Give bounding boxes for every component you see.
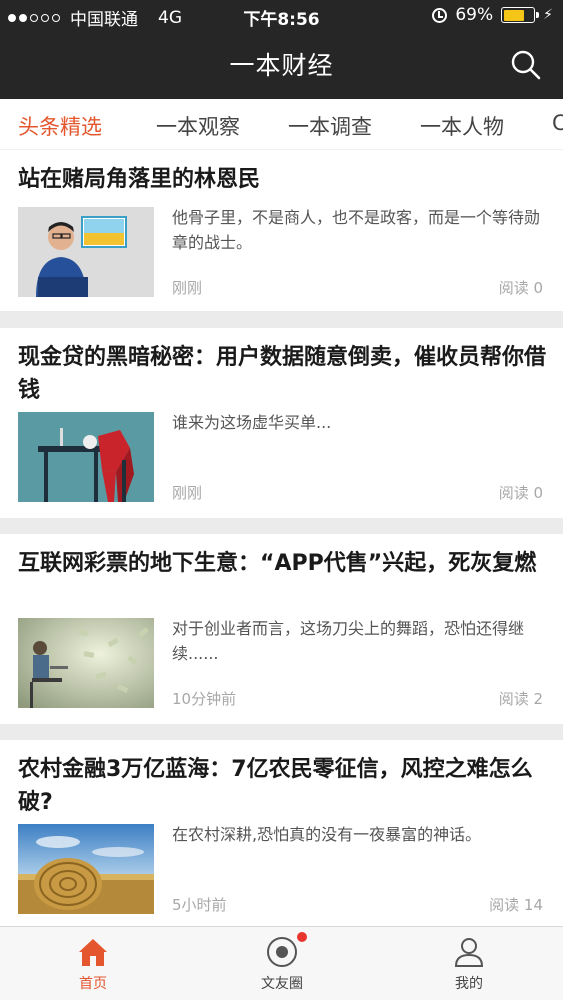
tab-bar-circle[interactable]: 文友圈 — [222, 932, 342, 993]
battery-icon — [501, 7, 540, 23]
article-title: 现金贷的黑暗秘密：用户数据随意倒卖，催收员帮你借钱 — [18, 345, 547, 403]
record-icon — [265, 932, 307, 969]
article-summary: 他骨子里，不是商人，也不是政客，而是一个等待勋章的战士。 — [172, 208, 541, 252]
tab-people[interactable]: 一本人物 — [420, 111, 504, 141]
article-read-count: 阅读 2 — [498, 690, 543, 708]
tab-investigation[interactable]: 一本调查 — [288, 111, 372, 141]
tab-bar-label: 文友圈 — [261, 976, 303, 992]
battery-percent: 69% — [455, 5, 494, 25]
article-time: 10分钟前 — [172, 690, 237, 708]
article-time: 刚刚 — [172, 484, 203, 502]
category-tabs: 头条精选 一本观察 一本调查 一本人物 C — [0, 99, 563, 150]
status-bar: 中国联通 4G 下午8:56 69% ⚡ — [0, 0, 563, 32]
tab-more[interactable]: C — [552, 111, 563, 135]
alarm-icon — [432, 7, 448, 23]
page-title: 一本财经 — [229, 51, 334, 80]
article-title: 农村金融3万亿蓝海：7亿农民零征信，风控之难怎么破? — [18, 757, 533, 815]
profile-icon — [452, 935, 486, 969]
search-button[interactable] — [509, 48, 543, 82]
tab-bar-label: 我的 — [455, 976, 483, 992]
notification-badge — [297, 932, 307, 942]
charging-icon: ⚡ — [543, 7, 553, 23]
tab-observation[interactable]: 一本观察 — [156, 111, 240, 141]
article-read-count: 阅读 0 — [498, 484, 543, 502]
article-card[interactable]: 互联网彩票的地下生意：“APP代售”兴起，死灰复燃 对于创业者而言，这场刀尖上的… — [0, 534, 563, 724]
tab-bar-label: 首页 — [79, 976, 107, 992]
article-time: 5小时前 — [172, 896, 227, 914]
tab-bar-profile[interactable]: 我的 — [409, 935, 529, 993]
nav-bar: 一本财经 — [0, 32, 563, 99]
article-thumbnail — [18, 412, 154, 502]
home-icon — [76, 935, 110, 969]
bottom-tab-bar: 首页 文友圈 我的 — [0, 926, 563, 1000]
article-card[interactable]: 站在赌局角落里的林恩民 他骨子里，不是商人，也不是政客，而是一个等待勋章的战士。… — [0, 150, 563, 311]
article-summary: 对于创业者而言，这场刀尖上的舞蹈，恐怕还得继续...... — [172, 619, 525, 663]
article-summary: 在农村深耕,恐怕真的没有一夜暴富的神话。 — [172, 825, 482, 844]
article-title: 互联网彩票的地下生意：“APP代售”兴起，死灰复燃 — [18, 551, 537, 576]
article-read-count: 阅读 0 — [498, 279, 543, 297]
tab-bar-home[interactable]: 首页 — [33, 935, 153, 993]
article-title: 站在赌局角落里的林恩民 — [18, 167, 261, 192]
search-icon — [511, 50, 541, 80]
article-time: 刚刚 — [172, 279, 203, 297]
tab-headlines[interactable]: 头条精选 — [18, 111, 102, 141]
article-card[interactable]: 农村金融3万亿蓝海：7亿农民零征信，风控之难怎么破? 在农村深耕,恐怕真的没有一… — [0, 740, 563, 926]
article-card[interactable]: 现金贷的黑暗秘密：用户数据随意倒卖，催收员帮你借钱 谁来为这场虚华买单... 刚… — [0, 328, 563, 518]
article-summary: 谁来为这场虚华买单... — [172, 413, 332, 432]
article-thumbnail — [18, 824, 154, 914]
article-read-count: 阅读 14 — [489, 896, 543, 914]
article-thumbnail — [18, 207, 154, 297]
article-thumbnail — [18, 618, 154, 708]
